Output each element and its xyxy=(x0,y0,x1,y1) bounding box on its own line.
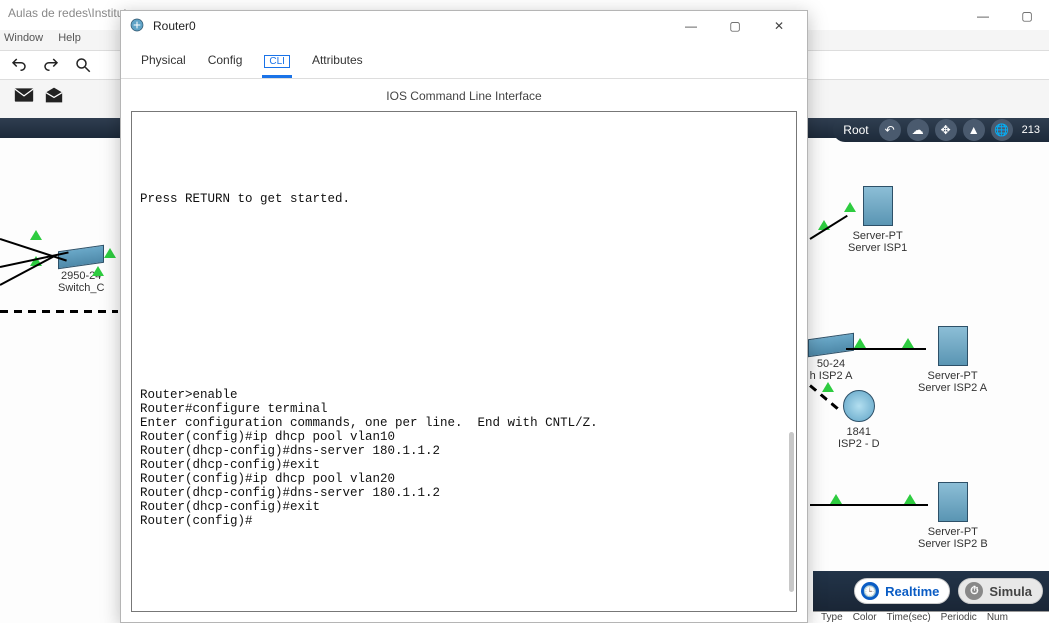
right-toolstrip: Root ↶ ☁ ✥ ▲ 🌐 213 xyxy=(833,118,1049,142)
cloud-circle-icon[interactable]: ☁ xyxy=(907,119,929,141)
device-server-isp2a[interactable]: Server-PT Server ISP2 A xyxy=(918,326,987,394)
bg-title-path: Aulas de redes\Institut xyxy=(8,6,127,24)
link-up-icon xyxy=(830,494,842,504)
mode-realtime[interactable]: 🕒 Realtime xyxy=(854,578,950,604)
device-label: ISP2 - D xyxy=(838,438,880,450)
link-up-icon xyxy=(30,230,42,240)
mail-open-icon[interactable] xyxy=(44,86,64,107)
mode-simulation-label: Simula xyxy=(989,584,1032,599)
menu-window[interactable]: Window xyxy=(4,32,43,44)
bg-max-button[interactable]: ▢ xyxy=(1005,2,1049,30)
link-up-icon xyxy=(904,494,916,504)
device-label: Server-PT xyxy=(918,526,988,538)
device-label: 50-24 xyxy=(808,358,854,370)
image-circle-icon[interactable]: ▲ xyxy=(963,119,985,141)
device-label: Switch_C xyxy=(58,282,104,294)
link-up-icon xyxy=(844,202,856,212)
cli-output: Press RETURN to get started. Router>enab… xyxy=(140,192,598,528)
device-server-isp2b[interactable]: Server-PT Server ISP2 B xyxy=(918,482,988,550)
stopwatch-icon: ⏱ xyxy=(965,582,983,600)
globe-number: 213 xyxy=(1019,124,1043,136)
redo-icon[interactable] xyxy=(42,56,60,74)
link-up-icon xyxy=(104,248,116,258)
server-icon xyxy=(863,186,893,226)
device-label: h ISP2 A xyxy=(808,370,854,382)
switch-icon xyxy=(808,333,854,357)
th-time: Time(sec) xyxy=(887,612,931,623)
th-color: Color xyxy=(853,612,877,623)
link-up-icon xyxy=(854,338,866,348)
root-label: Root xyxy=(843,123,868,137)
terminal-scrollbar[interactable] xyxy=(789,432,794,592)
menu-help[interactable]: Help xyxy=(58,32,81,44)
panel-title: IOS Command Line Interface xyxy=(121,79,807,111)
device-label: Server ISP1 xyxy=(848,242,907,254)
tab-physical[interactable]: Physical xyxy=(139,49,188,78)
link-line xyxy=(809,215,847,240)
window-titlebar[interactable]: Router0 — ▢ ✕ xyxy=(121,11,807,41)
device-label: Server ISP2 B xyxy=(918,538,988,550)
server-icon xyxy=(938,482,968,522)
tab-config[interactable]: Config xyxy=(206,49,245,78)
link-up-icon xyxy=(902,338,914,348)
tab-attributes[interactable]: Attributes xyxy=(310,49,365,78)
link-line xyxy=(846,348,926,350)
tab-bar: Physical Config CLI Attributes xyxy=(121,41,807,79)
globe-circle-icon[interactable]: 🌐 xyxy=(991,119,1013,141)
device-switch-isp2a[interactable]: 50-24 h ISP2 A xyxy=(808,336,854,382)
device-label: 1841 xyxy=(838,426,880,438)
back-circle-icon[interactable]: ↶ xyxy=(879,119,901,141)
window-close-button[interactable]: ✕ xyxy=(757,12,801,40)
device-label: Server-PT xyxy=(848,230,907,242)
cli-terminal[interactable]: Press RETURN to get started. Router>enab… xyxy=(131,111,797,612)
mail-closed-icon[interactable] xyxy=(14,87,34,106)
router0-window: Router0 — ▢ ✕ Physical Config CLI Attrib… xyxy=(120,10,808,623)
bg-min-button[interactable]: — xyxy=(961,2,1005,30)
device-label: Server ISP2 A xyxy=(918,382,987,394)
zoom-icon[interactable] xyxy=(74,56,92,74)
router-app-icon xyxy=(129,17,145,36)
link-up-icon xyxy=(822,382,834,392)
pdu-table-header: Type Color Time(sec) Periodic Num xyxy=(813,611,1049,623)
clock-icon: 🕒 xyxy=(861,582,879,600)
device-label: Server-PT xyxy=(918,370,987,382)
th-periodic: Periodic xyxy=(941,612,977,623)
device-router-isp2d[interactable]: 1841 ISP2 - D xyxy=(838,390,880,450)
server-icon xyxy=(938,326,968,366)
th-num: Num xyxy=(987,612,1008,623)
window-min-button[interactable]: — xyxy=(669,12,713,40)
undo-icon[interactable] xyxy=(10,56,28,74)
link-up-icon xyxy=(92,266,104,276)
mode-simulation[interactable]: ⏱ Simula xyxy=(958,578,1043,604)
mode-bar: 🕒 Realtime ⏱ Simula xyxy=(813,571,1049,611)
window-title: Router0 xyxy=(153,19,196,33)
link-line-dashed xyxy=(0,310,118,313)
device-server-isp1[interactable]: Server-PT Server ISP1 xyxy=(848,186,907,254)
tab-cli[interactable]: CLI xyxy=(262,49,292,78)
router-icon xyxy=(843,390,875,422)
th-type: Type xyxy=(821,612,843,623)
move-circle-icon[interactable]: ✥ xyxy=(935,119,957,141)
window-max-button[interactable]: ▢ xyxy=(713,12,757,40)
mode-realtime-label: Realtime xyxy=(885,584,939,599)
link-line xyxy=(810,504,928,506)
tab-cli-label: CLI xyxy=(264,55,290,68)
